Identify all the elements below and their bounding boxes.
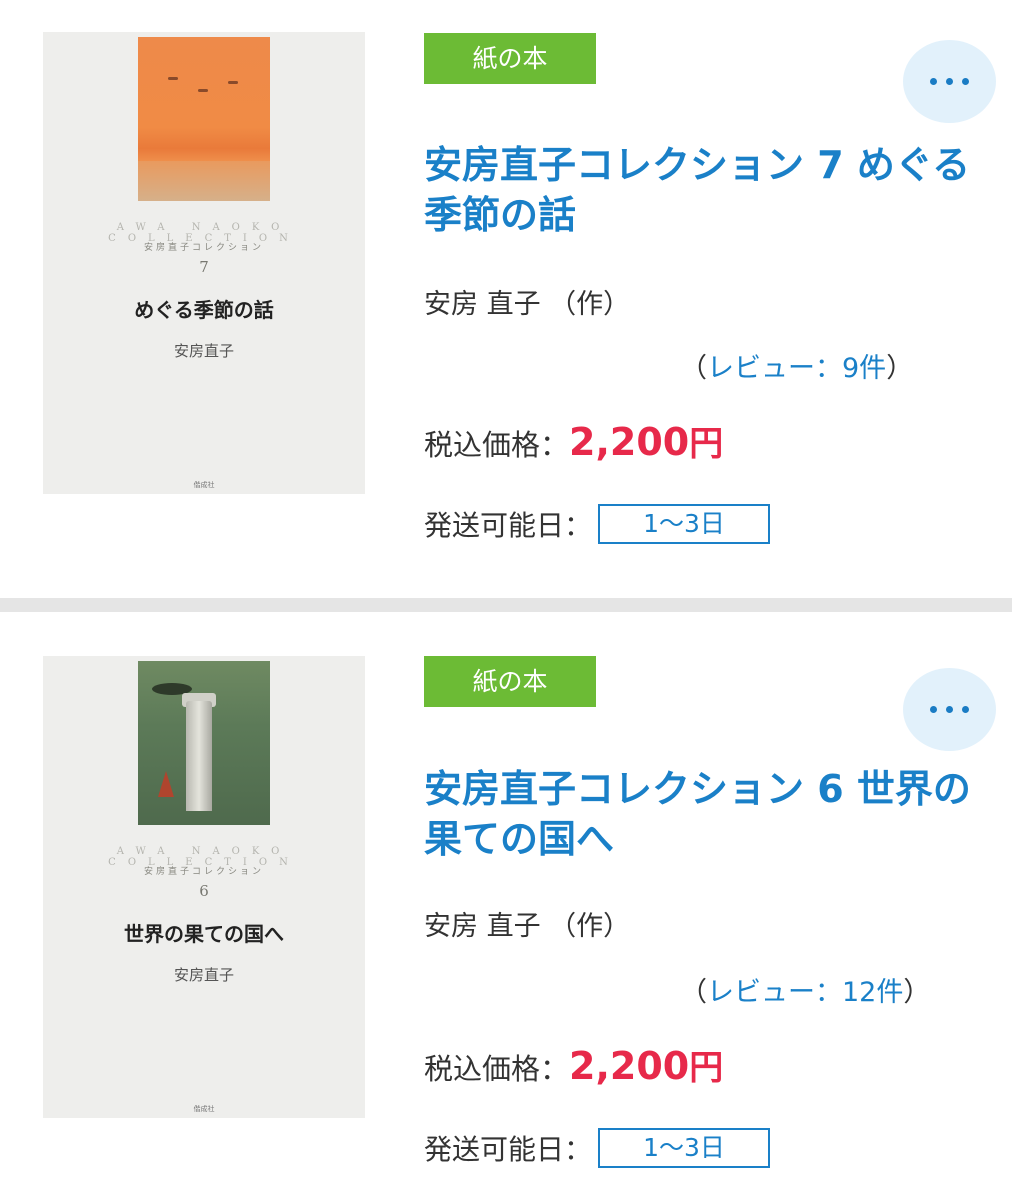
review-open-paren: （ [680,977,707,1008]
cover-volume-number: 6 [199,882,209,900]
cover-series-jp-label: 安房直子コレクション [143,867,264,877]
price-label: 税込価格： [424,428,570,462]
format-badge: 紙の本 [424,656,596,707]
cover-volume-number: 7 [199,258,209,276]
more-horizontal-icon [930,78,969,85]
book-author: 安房 直子 （作） [424,289,631,320]
shipping-label: 発送可能日： [424,509,593,542]
book-title-link[interactable]: 安房直子コレクション 6 世界の果ての国へ [424,764,974,864]
cover-illustration [138,37,270,201]
price-unit: 円 [689,424,724,464]
shipping-row: 発送可能日： 1〜3日 [424,1128,771,1168]
review-link[interactable]: レビュー：12件 [707,977,903,1008]
book-title-link[interactable]: 安房直子コレクション 7 めぐる季節の話 [424,140,974,240]
price-unit: 円 [689,1048,724,1088]
review-close-paren: ） [903,977,931,1008]
cover-title: めぐる季節の話 [134,298,274,322]
cover-illustration [138,661,270,825]
book-list-item: AWA NAOKO COLLECTION 安房直子コレクション 6 世界の果ての… [0,612,1012,1200]
price-amount: 2,200 [569,420,690,464]
review-count: （レビュー：12件） [680,970,930,1009]
item-divider [0,598,1012,612]
price-row: 税込価格：2,200円 [424,416,723,465]
more-horizontal-icon [930,706,969,713]
cover-title: 世界の果ての国へ [124,922,284,946]
format-badge: 紙の本 [424,33,596,84]
shipping-days-badge: 1〜3日 [598,504,771,544]
price-label: 税込価格： [424,1052,570,1086]
cover-publisher: 偕成社 [193,481,215,489]
review-count: （レビュー：9件） [680,346,913,385]
price-amount: 2,200 [569,1044,690,1088]
shipping-label: 発送可能日： [424,1133,593,1166]
review-link[interactable]: レビュー：9件 [707,353,886,384]
book-cover-image[interactable]: AWA NAOKO COLLECTION 安房直子コレクション 7 めぐる季節の… [43,32,365,494]
review-close-paren: ） [886,353,914,384]
book-author: 安房 直子 （作） [424,911,631,942]
more-options-button[interactable] [903,668,996,751]
cover-author: 安房直子 [173,966,234,984]
book-list-item: AWA NAOKO COLLECTION 安房直子コレクション 7 めぐる季節の… [0,0,1012,598]
review-open-paren: （ [680,353,707,384]
book-cover-image[interactable]: AWA NAOKO COLLECTION 安房直子コレクション 6 世界の果ての… [43,656,365,1118]
cover-series-jp-label: 安房直子コレクション [143,243,264,253]
shipping-row: 発送可能日： 1〜3日 [424,504,771,544]
cover-publisher: 偕成社 [193,1105,215,1113]
more-options-button[interactable] [903,40,996,123]
cover-author: 安房直子 [173,342,234,360]
price-row: 税込価格：2,200円 [424,1040,723,1089]
shipping-days-badge: 1〜3日 [598,1128,771,1168]
